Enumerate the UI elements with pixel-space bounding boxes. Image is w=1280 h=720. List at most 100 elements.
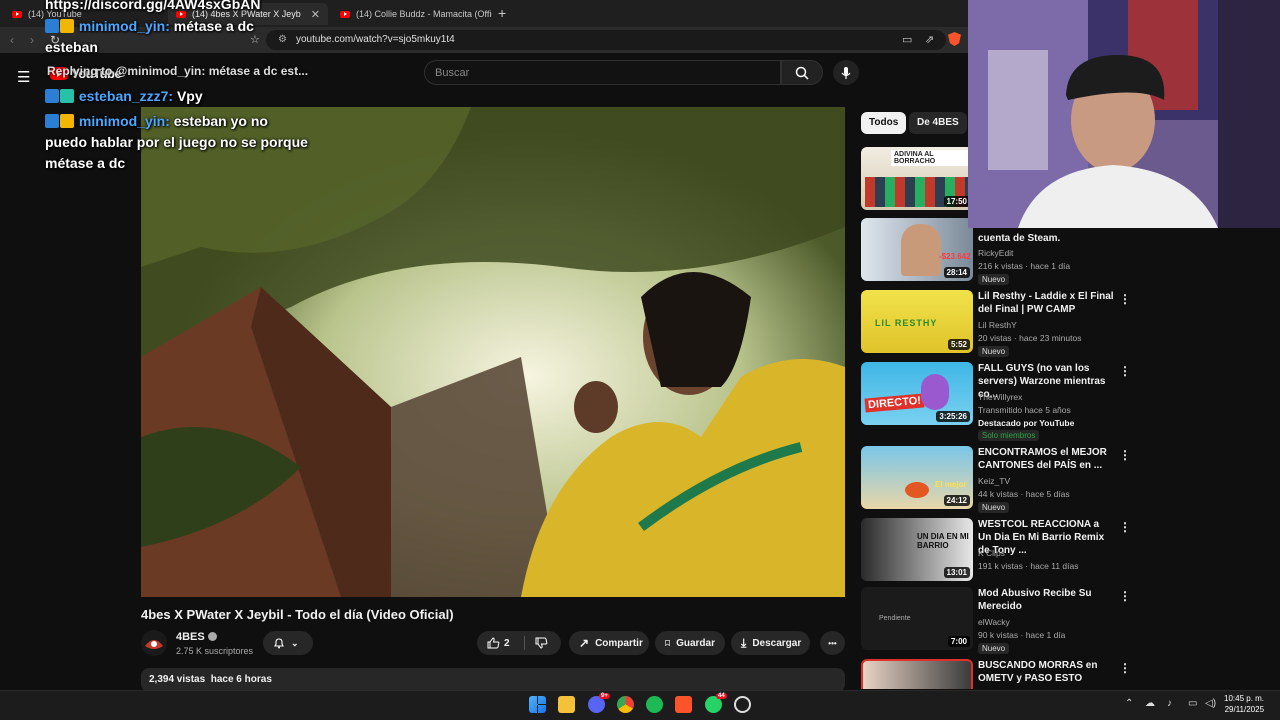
recommendation-meta: 216 k vistas · hace 1 día [978,261,1071,271]
cloud-icon[interactable]: ☁ [1145,698,1155,709]
recommendation-channel: Lil ResthY [978,320,1017,330]
tray-expand-icon[interactable]: ⌃ [1125,698,1133,709]
tab-collie-buddz[interactable]: (14) Collie Buddz - Mamacita (Officia [332,3,492,25]
menu-icon[interactable]: ☰ [17,68,30,86]
verified-icon [207,632,217,641]
chat-text: esteban yo no [173,113,268,129]
bell-icon [274,638,284,649]
subscriber-badge-icon [60,89,74,103]
chrome-icon[interactable] [617,696,634,713]
voice-search-button[interactable] [833,60,859,85]
system-clock[interactable]: 10:45 p. m. 29/11/2025 [1224,693,1264,715]
recommendation-channel: RickyEdit [978,248,1014,258]
video-player[interactable] [141,107,845,597]
video-thumbnail: DIRECTO! 3:25:26 [861,362,973,425]
featured-label: Destacado por YouTube [978,418,1075,428]
video-thumbnail: ADIVINA AL BORRACHO 17:50 [861,147,973,210]
channel-name[interactable]: 4BES [176,631,217,643]
chat-line-link: https://discord.gg/4AW4sxGbAN [45,0,261,12]
obs-icon[interactable] [734,696,751,713]
search-button[interactable] [781,60,823,85]
recommendation-channel: K Clips [978,548,1005,558]
close-tab-icon[interactable]: ✕ [311,8,320,21]
dislike-icon[interactable] [535,637,548,649]
microphone-icon [841,66,851,79]
thumbnail-text: Pendiente [879,615,911,622]
thumbnail-text: ADIVINA AL BORRACHO [891,150,973,166]
mic-tray-icon[interactable]: ♪ [1167,698,1172,709]
upload-time: hace 6 horas [210,674,272,685]
notifications-button[interactable]: ⌄ [263,631,313,655]
chat-text: Vpy [176,88,203,104]
thumbnail-text: -$23.642 [939,252,971,261]
like-icon[interactable] [487,637,500,649]
more-vertical-icon[interactable]: ⋮ [1119,589,1131,603]
new-badge: Nuevo [978,346,1010,357]
moderator-badge-icon [45,89,59,103]
volume-icon[interactable]: ◁) [1205,698,1216,709]
forward-icon[interactable]: › [30,33,34,47]
duration-badge: 24:12 [943,495,970,506]
download-label: Descargar [752,637,802,649]
brave-browser-icon[interactable] [675,696,692,713]
recommendation-title: Mod Abusivo Recibe Su Merecido [978,588,1092,612]
tab-title: (14) Collie Buddz - Mamacita (Officia [356,9,492,19]
new-badge: Nuevo [978,643,1010,654]
network-icon[interactable]: ▭ [1188,698,1197,709]
more-vertical-icon[interactable]: ⋮ [1119,292,1131,306]
chat-message-continuation: esteban [45,39,98,55]
webcam-overlay [968,0,1280,228]
chip-from-channel[interactable]: De 4BES [909,112,967,134]
recommendation-meta: 44 k vistas · hace 5 días [978,489,1070,499]
search-input[interactable]: Buscar [424,60,781,85]
channel-name-text: 4BES [176,631,205,643]
scrollbar[interactable] [1272,228,1278,688]
recommendation-item[interactable]: BUSCANDO MORRAS en OMETV y PASO ESTO ⋮ [861,659,1131,689]
like-count: 2 [504,637,510,649]
webcam-feed [968,0,1280,228]
youtube-favicon-icon [12,10,22,18]
recommendation-meta: 191 k vistas · hace 11 días [978,561,1079,571]
chat-text: métase a dc [173,18,254,34]
more-vertical-icon[interactable]: ⋮ [1119,364,1131,378]
duration-badge: 28:14 [943,267,970,278]
new-badge: Nuevo [978,274,1010,285]
file-explorer-icon[interactable] [558,696,575,713]
crown-badge-icon [60,19,74,33]
more-actions-button[interactable]: ••• [820,631,845,655]
thumbnail-text: DIRECTO! [864,393,925,413]
back-icon[interactable]: ‹ [10,33,14,47]
description-box[interactable]: 2,394 vistas hace 6 horas [141,668,845,692]
recommendation-meta: 20 vistas · hace 23 minutos [978,333,1082,343]
duration-badge: 7:00 [947,636,970,647]
save-button[interactable]: Guardar [655,631,725,655]
more-vertical-icon[interactable]: ⋮ [1119,448,1131,462]
chat-username: esteban_zzz7: [78,88,174,104]
share-icon[interactable]: ⇗ [925,33,934,46]
save-label: Guardar [676,637,715,649]
clock-date: 29/11/2025 [1224,705,1265,714]
spotify-icon[interactable] [646,696,663,713]
chat-message-continuation: métase a dc [45,155,126,171]
download-button[interactable]: ⤓ Descargar [731,631,810,655]
screen: (14) YouTube (14) 4bes X PWater X Jeybil… [0,0,1280,720]
discord-badge: 9+ [599,693,610,699]
channel-avatar[interactable] [141,630,167,656]
youtube-favicon-icon [340,10,350,18]
more-vertical-icon[interactable]: ⋮ [1119,520,1131,534]
site-info-icon[interactable]: ⚙ [278,34,287,45]
search-icon [795,66,809,80]
thumbnail-text: El mejor [935,480,967,489]
members-only-badge: Solo miembros [978,430,1040,441]
new-tab-button[interactable]: + [498,5,506,21]
chat-message: minimod_yin: métase a dc [45,16,254,36]
share-button[interactable]: ↗ Compartir [569,631,649,655]
cast-icon[interactable]: ▭ [902,33,912,46]
more-vertical-icon[interactable]: ⋮ [1119,661,1131,675]
recommendation-channel: elWacky [978,617,1010,627]
duration-badge: 3:25:26 [936,411,970,422]
recommendation-title: cuenta de Steam. [978,233,1061,244]
chip-all[interactable]: Todos [861,112,907,134]
chat-message: minimod_yin: esteban yo no [45,111,268,131]
url-field[interactable]: youtube.com/watch?v=sjo5mkuy1t4 [266,30,946,50]
